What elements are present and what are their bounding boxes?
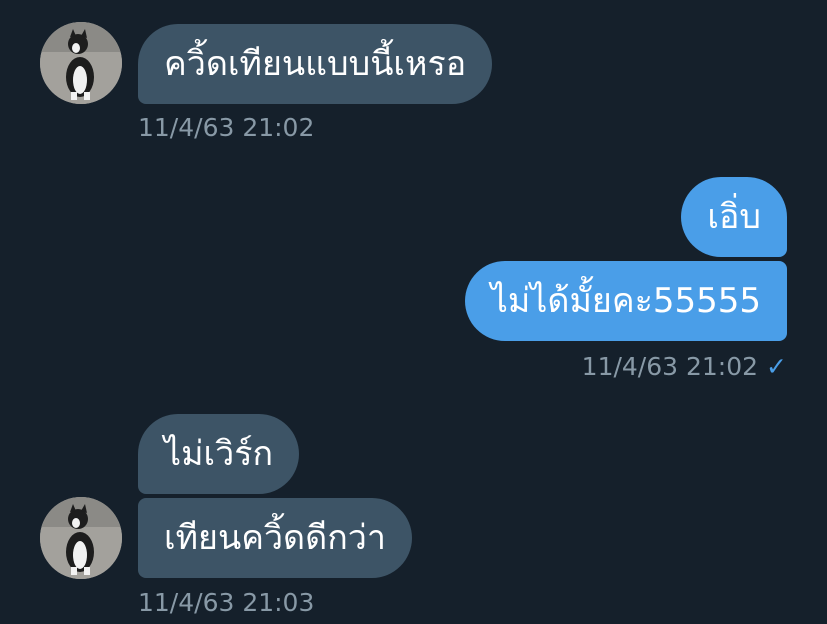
message-timestamp: 11/4/63 21:03 xyxy=(138,588,315,617)
sent-message-bubble[interactable]: ไม่ได้มั้ยคะ55555 xyxy=(464,261,787,341)
received-message-bubble[interactable]: ไม่เวิร์ก xyxy=(138,414,300,494)
contact-avatar[interactable] xyxy=(40,497,122,579)
check-icon: ✓ xyxy=(766,352,787,381)
received-message-bubble[interactable]: ควิ้ดเทียนแบบนี้เหรอ xyxy=(138,24,493,104)
cat-avatar-image xyxy=(40,497,122,579)
chat-thread: ควิ้ดเทียนแบบนี้เหรอ 11/4/63 21:02 เอิ่บ… xyxy=(0,0,827,624)
contact-avatar[interactable] xyxy=(40,22,122,104)
message-timestamp-row: 11/4/63 21:02 ✓ xyxy=(582,352,787,381)
cat-avatar-image xyxy=(40,22,122,104)
received-message-bubble[interactable]: เทียนควิ้ดดีกว่า xyxy=(138,498,412,578)
message-timestamp: 11/4/63 21:02 xyxy=(138,113,315,142)
sent-message-bubble[interactable]: เอิ่บ xyxy=(681,177,787,257)
message-timestamp: 11/4/63 21:02 xyxy=(581,352,759,381)
